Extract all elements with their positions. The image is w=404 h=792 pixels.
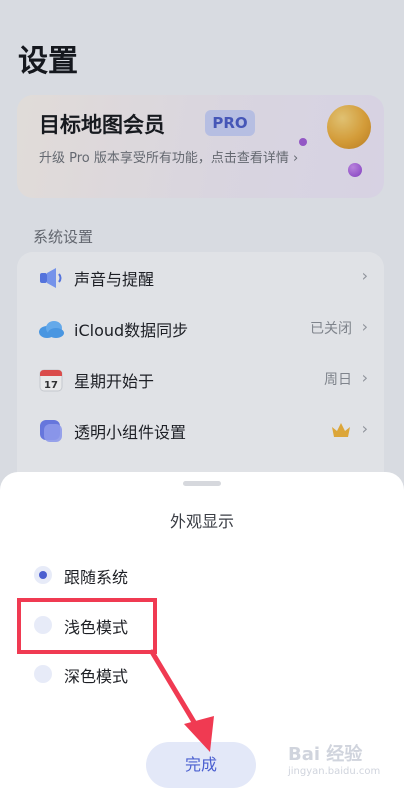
done-button[interactable]: 完成	[146, 742, 256, 788]
watermark-subtext: jingyan.baidu.com	[288, 766, 381, 777]
option-dark-mode[interactable]: 深色模式	[30, 658, 230, 690]
option-follow-system[interactable]: 跟随系统	[30, 559, 230, 591]
watermark: Bai 经验 jingyan.baidu.com	[282, 736, 402, 788]
radio-icon[interactable]	[34, 665, 52, 683]
sheet-drag-handle[interactable]	[183, 481, 221, 486]
sheet-title: 外观显示	[169, 512, 234, 531]
option-label: 深色模式	[64, 667, 129, 686]
option-label: 跟随系统	[64, 568, 129, 587]
radio-selected-icon[interactable]	[34, 566, 52, 584]
watermark-logo-text: Bai 经验	[288, 744, 363, 765]
annotation-highlight-box	[17, 598, 157, 654]
